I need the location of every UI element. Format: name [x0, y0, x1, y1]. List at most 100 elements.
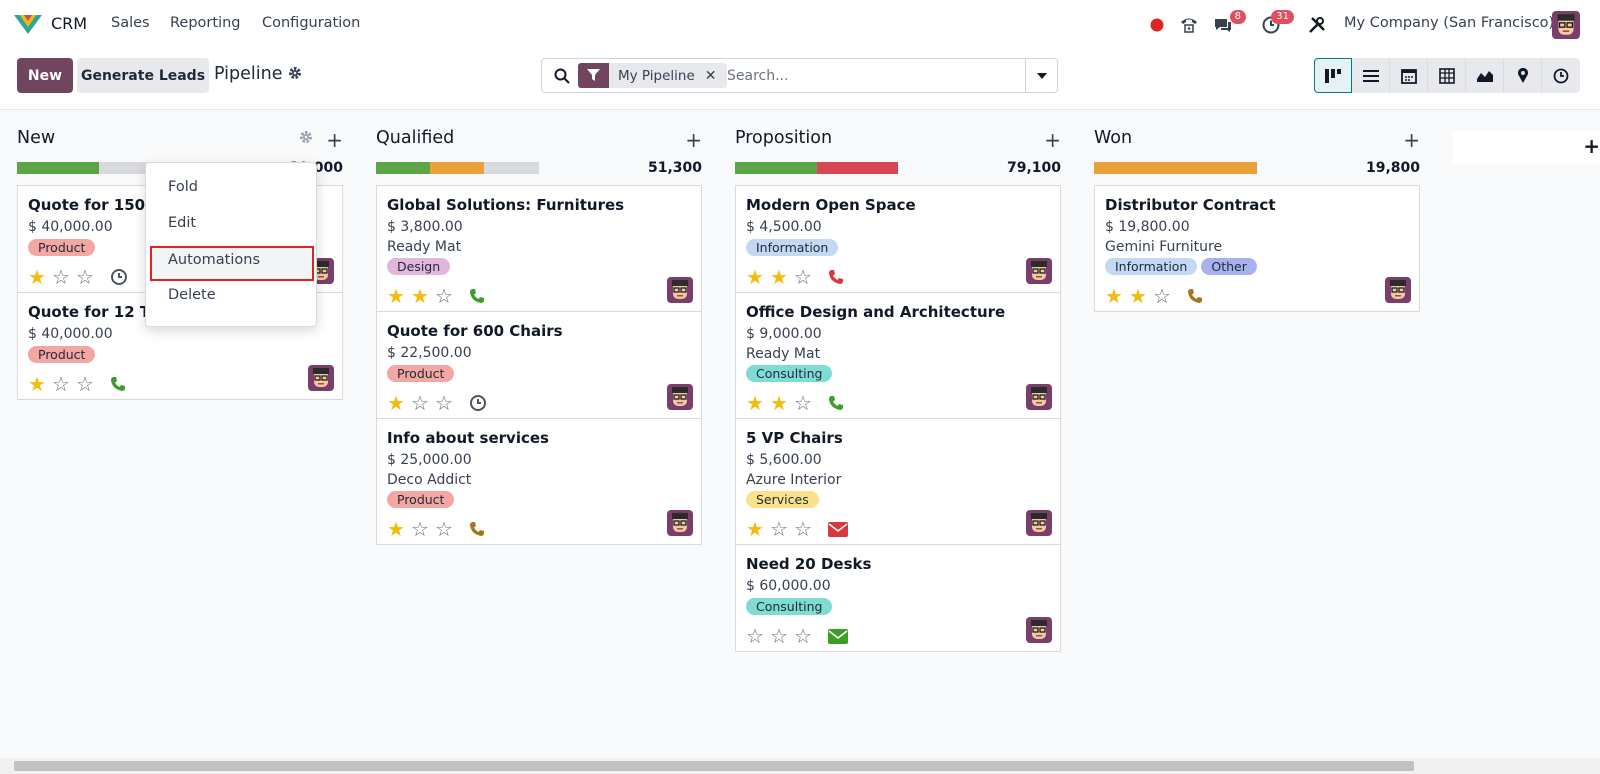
- tools-icon[interactable]: [1307, 14, 1327, 36]
- menu-delete[interactable]: Delete: [168, 287, 216, 303]
- star-filled-icon[interactable]: ★: [28, 374, 52, 394]
- column-title[interactable]: New: [17, 128, 55, 148]
- pivot-view-icon[interactable]: [1428, 58, 1466, 93]
- lead-card[interactable]: Distributor Contract $ 19,800.00 Gemini Fu…: [1094, 185, 1420, 312]
- quick-create-plus-icon[interactable]: +: [685, 128, 702, 152]
- salesperson-avatar[interactable]: [667, 510, 693, 536]
- star-empty-icon[interactable]: ☆: [52, 267, 76, 287]
- star-filled-icon[interactable]: ★: [746, 393, 770, 413]
- column-title[interactable]: Won: [1094, 128, 1132, 148]
- star-empty-icon[interactable]: ☆: [411, 393, 435, 413]
- user-avatar[interactable]: [1552, 11, 1580, 39]
- column-progress-bar[interactable]: [735, 162, 898, 174]
- star-filled-icon[interactable]: ★: [411, 286, 435, 306]
- progress-segment[interactable]: [816, 162, 898, 174]
- star-empty-icon[interactable]: ☆: [794, 519, 818, 539]
- quick-create-plus-icon[interactable]: +: [326, 128, 343, 152]
- menu-reporting[interactable]: Reporting: [170, 15, 241, 31]
- column-progress-bar[interactable]: [1094, 162, 1257, 174]
- salesperson-avatar[interactable]: [1026, 384, 1052, 410]
- salesperson-avatar[interactable]: [667, 384, 693, 410]
- star-empty-icon[interactable]: ☆: [770, 519, 794, 539]
- quick-create-plus-icon[interactable]: +: [1044, 128, 1061, 152]
- salesperson-avatar[interactable]: [1026, 258, 1052, 284]
- column-title[interactable]: Proposition: [735, 128, 832, 148]
- star-filled-icon[interactable]: ★: [1129, 286, 1153, 306]
- menu-automations[interactable]: Automations: [168, 252, 260, 268]
- lead-card[interactable]: Need 20 Desks $ 60,000.00 Consulting ☆ ☆ ☆: [735, 544, 1061, 652]
- email-activity-icon[interactable]: [828, 521, 848, 537]
- menu-fold[interactable]: Fold: [168, 179, 198, 195]
- star-empty-icon[interactable]: ☆: [435, 519, 459, 539]
- column-progress-bar[interactable]: [376, 162, 539, 174]
- star-empty-icon[interactable]: ☆: [794, 267, 818, 287]
- progress-segment[interactable]: [735, 162, 817, 174]
- star-empty-icon[interactable]: ☆: [794, 393, 818, 413]
- star-empty-icon[interactable]: ☆: [794, 626, 818, 646]
- star-filled-icon[interactable]: ★: [387, 393, 411, 413]
- app-name[interactable]: CRM: [51, 14, 87, 33]
- scrollbar-thumb[interactable]: [14, 761, 1414, 771]
- company-switcher[interactable]: My Company (San Francisco): [1344, 15, 1554, 31]
- lead-card[interactable]: 5 VP Chairs $ 5,600.00 Azure Interior Servi…: [735, 418, 1061, 545]
- list-view-icon[interactable]: [1352, 58, 1390, 93]
- star-empty-icon[interactable]: ☆: [52, 374, 76, 394]
- column-title[interactable]: Qualified: [376, 128, 454, 148]
- star-filled-icon[interactable]: ★: [770, 267, 794, 287]
- horizontal-scrollbar[interactable]: [0, 758, 1600, 774]
- kanban-view-icon[interactable]: [1314, 58, 1352, 93]
- search-input[interactable]: [727, 64, 1017, 88]
- lead-card[interactable]: Office Design and Architecture $ 9,000.00…: [735, 292, 1061, 419]
- star-empty-icon[interactable]: ☆: [411, 519, 435, 539]
- email-activity-icon[interactable]: [828, 628, 848, 644]
- progress-segment[interactable]: [429, 162, 484, 174]
- star-empty-icon[interactable]: ☆: [435, 393, 459, 413]
- salesperson-avatar[interactable]: [308, 365, 334, 391]
- quick-create-plus-icon[interactable]: +: [1403, 128, 1420, 152]
- gear-icon[interactable]: [288, 66, 302, 80]
- remove-facet-icon[interactable]: ✕: [705, 68, 727, 84]
- graph-view-icon[interactable]: [1466, 58, 1504, 93]
- voip-phone-icon[interactable]: [1178, 14, 1200, 36]
- new-button[interactable]: New: [17, 58, 73, 93]
- record-icon[interactable]: [1149, 14, 1165, 36]
- menu-sales[interactable]: Sales: [111, 15, 150, 31]
- salesperson-avatar[interactable]: [1026, 617, 1052, 643]
- star-empty-icon[interactable]: ☆: [1153, 286, 1177, 306]
- lead-card[interactable]: Info about services $ 25,000.00 Deco Addic…: [376, 418, 702, 545]
- star-empty-icon[interactable]: ☆: [770, 626, 794, 646]
- lead-card[interactable]: Quote for 600 Chairs $ 22,500.00 Product ★ ☆…: [376, 311, 702, 419]
- phone-activity-icon[interactable]: [110, 376, 126, 392]
- add-column[interactable]: +: [1453, 131, 1600, 164]
- activity-view-icon[interactable]: [1542, 58, 1580, 93]
- salesperson-avatar[interactable]: [667, 277, 693, 303]
- star-filled-icon[interactable]: ★: [746, 519, 770, 539]
- messages-icon[interactable]: 8: [1212, 10, 1246, 36]
- phone-activity-icon[interactable]: [828, 395, 844, 411]
- add-column-plus-icon[interactable]: +: [1583, 134, 1600, 158]
- activities-clock-icon[interactable]: 31: [1260, 10, 1294, 36]
- menu-edit[interactable]: Edit: [168, 215, 196, 231]
- map-view-icon[interactable]: [1504, 58, 1542, 93]
- lead-card[interactable]: Global Solutions: Furnitures $ 3,800.00 Re…: [376, 185, 702, 312]
- progress-segment[interactable]: [1094, 162, 1257, 174]
- phone-activity-icon[interactable]: [469, 521, 485, 537]
- salesperson-avatar[interactable]: [1026, 510, 1052, 536]
- search-icon[interactable]: [554, 68, 570, 84]
- generate-leads-button[interactable]: Generate Leads: [77, 58, 209, 93]
- search-options-toggle[interactable]: [1025, 59, 1057, 92]
- crm-logo-icon[interactable]: [14, 12, 42, 36]
- progress-segment[interactable]: [376, 162, 430, 174]
- progress-segment[interactable]: [17, 162, 99, 174]
- star-empty-icon[interactable]: ☆: [435, 286, 459, 306]
- star-filled-icon[interactable]: ★: [28, 267, 52, 287]
- star-empty-icon[interactable]: ☆: [746, 626, 770, 646]
- star-filled-icon[interactable]: ★: [1105, 286, 1129, 306]
- salesperson-avatar[interactable]: [1385, 277, 1411, 303]
- phone-activity-icon[interactable]: [1187, 288, 1203, 304]
- star-filled-icon[interactable]: ★: [746, 267, 770, 287]
- menu-configuration[interactable]: Configuration: [262, 15, 360, 31]
- star-filled-icon[interactable]: ★: [387, 519, 411, 539]
- calendar-view-icon[interactable]: [1390, 58, 1428, 93]
- phone-activity-icon[interactable]: [469, 288, 485, 304]
